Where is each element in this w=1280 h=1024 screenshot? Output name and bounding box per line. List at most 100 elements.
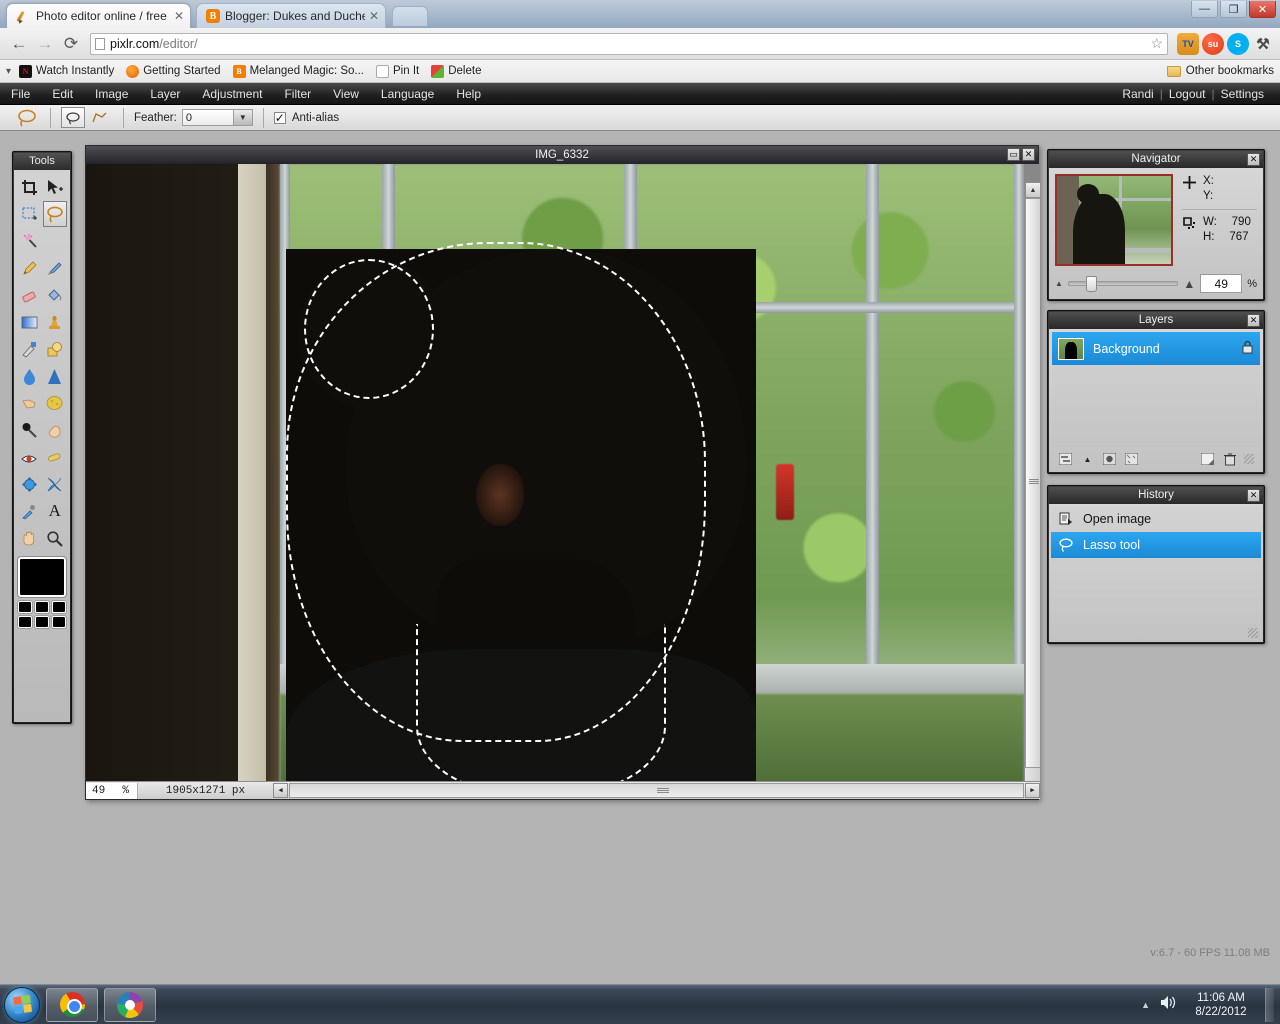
resize-grip[interactable] bbox=[1244, 454, 1254, 464]
zoom-slider[interactable] bbox=[1067, 276, 1179, 292]
close-icon[interactable]: ✕ bbox=[369, 10, 379, 22]
primary-color-swatch[interactable] bbox=[18, 557, 66, 597]
maximize-button[interactable]: ❐ bbox=[1220, 1, 1247, 18]
palette-swatch[interactable] bbox=[52, 616, 66, 628]
resize-grip[interactable] bbox=[1248, 628, 1258, 638]
start-button[interactable] bbox=[4, 986, 40, 1023]
menu-image[interactable]: Image bbox=[84, 83, 139, 105]
canvas-horizontal-scrollbar[interactable] bbox=[289, 783, 1024, 798]
replace-color-tool[interactable] bbox=[17, 336, 42, 362]
clock[interactable]: 11:06 AM 8/22/2012 bbox=[1187, 991, 1255, 1019]
canvas-vertical-scrollbar[interactable]: ▲ ▼ bbox=[1024, 182, 1040, 783]
lasso-tool[interactable] bbox=[42, 201, 67, 227]
layer-settings-icon[interactable] bbox=[1058, 452, 1073, 466]
scroll-up-arrow-icon[interactable]: ▲ bbox=[1025, 182, 1040, 198]
scroll-right-arrow-icon[interactable]: ▶ bbox=[1025, 783, 1040, 798]
bloat-tool[interactable] bbox=[17, 471, 42, 497]
type-tool[interactable]: A bbox=[43, 498, 68, 524]
volume-icon[interactable] bbox=[1160, 995, 1177, 1014]
burn-tool[interactable] bbox=[43, 417, 68, 443]
pencil-tool[interactable] bbox=[17, 255, 42, 281]
palette-swatch[interactable] bbox=[35, 616, 49, 628]
back-icon[interactable]: ← bbox=[6, 31, 32, 57]
zoom-slider-thumb[interactable] bbox=[1086, 276, 1098, 292]
close-button[interactable]: ✕ bbox=[1022, 148, 1035, 161]
tv-extension-icon[interactable]: TV bbox=[1177, 32, 1199, 55]
image-window-titlebar[interactable]: IMG_6332 ▭ ✕ bbox=[86, 146, 1038, 164]
menu-language[interactable]: Language bbox=[370, 83, 445, 105]
layer-style-icon[interactable] bbox=[1124, 452, 1139, 466]
eraser-tool[interactable] bbox=[17, 282, 42, 308]
history-row-lasso-tool[interactable]: Lasso tool bbox=[1051, 532, 1261, 558]
bookmark-watch-instantly[interactable]: N Watch Instantly bbox=[19, 64, 114, 78]
close-icon[interactable]: ✕ bbox=[1247, 314, 1260, 327]
taskbar-chrome[interactable] bbox=[46, 987, 98, 1022]
bookmark-melanged-magic[interactable]: B Melanged Magic: So... bbox=[232, 64, 364, 78]
feather-input[interactable]: 0 bbox=[181, 109, 234, 126]
bookmark-pin-it[interactable]: Pin It bbox=[376, 64, 419, 78]
red-eye-tool[interactable] bbox=[17, 444, 42, 470]
skype-icon[interactable]: S bbox=[1227, 32, 1249, 55]
menu-edit[interactable]: Edit bbox=[41, 83, 84, 105]
bookmark-getting-started[interactable]: Getting Started bbox=[126, 64, 221, 78]
zoom-level-field[interactable]: 49 % bbox=[86, 782, 138, 799]
palette-swatch[interactable] bbox=[18, 601, 32, 613]
layer-mask-icon[interactable] bbox=[1102, 452, 1117, 466]
zoom-tool[interactable] bbox=[43, 525, 68, 551]
menu-file[interactable]: File bbox=[0, 83, 41, 105]
marquee-select-tool[interactable] bbox=[17, 201, 42, 227]
zoom-out-icon[interactable]: ▲ bbox=[1055, 279, 1063, 288]
scroll-left-arrow-icon[interactable]: ◀ bbox=[273, 783, 288, 798]
settings-link[interactable]: Settings bbox=[1215, 87, 1270, 101]
canvas-stage[interactable]: ▲ ▼ bbox=[86, 164, 1040, 783]
reload-icon[interactable]: ⟳ bbox=[58, 31, 84, 57]
menu-layer[interactable]: Layer bbox=[139, 83, 191, 105]
drawing-shape-tool[interactable] bbox=[43, 336, 68, 362]
blur-tool[interactable] bbox=[17, 363, 42, 389]
close-icon[interactable]: ✕ bbox=[1247, 153, 1260, 166]
new-layer-icon[interactable] bbox=[1200, 452, 1215, 466]
clone-stamp-tool[interactable] bbox=[43, 309, 68, 335]
chevron-down-icon[interactable]: ▼ bbox=[233, 109, 253, 126]
brush-tool[interactable] bbox=[43, 255, 68, 281]
menu-view[interactable]: View bbox=[322, 83, 370, 105]
tab-blogger[interactable]: B Blogger: Dukes and Duche ✕ bbox=[196, 3, 386, 28]
close-icon[interactable]: ✕ bbox=[174, 10, 184, 22]
wrench-menu-icon[interactable]: ⚒ bbox=[1252, 33, 1274, 55]
wand-select-tool[interactable] bbox=[17, 228, 42, 254]
maximize-button[interactable]: ▭ bbox=[1007, 148, 1020, 161]
chevron-icon[interactable]: ▾ bbox=[6, 66, 11, 77]
navigator-thumbnail[interactable] bbox=[1055, 174, 1173, 266]
layer-row-background[interactable]: Background bbox=[1052, 332, 1260, 365]
antialias-checkbox[interactable]: ✓ bbox=[273, 111, 286, 124]
menu-help[interactable]: Help bbox=[445, 83, 492, 105]
scroll-thumb[interactable] bbox=[1025, 198, 1040, 768]
bookmark-star-icon[interactable]: ☆ bbox=[1150, 35, 1163, 52]
other-bookmarks-folder[interactable]: Other bookmarks bbox=[1166, 65, 1274, 77]
menu-filter[interactable]: Filter bbox=[273, 83, 322, 105]
close-button[interactable]: ✕ bbox=[1249, 1, 1276, 18]
history-row-open-image[interactable]: Open image bbox=[1051, 506, 1261, 532]
sponge-tool[interactable] bbox=[43, 390, 68, 416]
close-icon[interactable]: ✕ bbox=[1247, 489, 1260, 502]
pinch-tool[interactable] bbox=[43, 471, 68, 497]
dodge-tool[interactable] bbox=[17, 417, 42, 443]
color-picker-tool[interactable] bbox=[17, 498, 42, 524]
new-tab-button[interactable] bbox=[392, 6, 428, 26]
move-tool[interactable] bbox=[43, 174, 68, 200]
stumbleupon-icon[interactable]: su bbox=[1202, 32, 1224, 55]
crop-tool[interactable] bbox=[17, 174, 42, 200]
bookmark-delete[interactable]: Delete bbox=[431, 64, 481, 78]
palette-swatch[interactable] bbox=[52, 601, 66, 613]
taskbar-picasa[interactable] bbox=[104, 987, 156, 1022]
doodle-tool[interactable] bbox=[43, 444, 68, 470]
palette-swatch[interactable] bbox=[18, 616, 32, 628]
address-bar[interactable]: pixlr.com /editor/ ☆ bbox=[90, 32, 1168, 55]
hand-tool[interactable] bbox=[17, 525, 42, 551]
logout-link[interactable]: Logout bbox=[1163, 87, 1212, 101]
smudge-tool[interactable] bbox=[17, 390, 42, 416]
show-desktop-button[interactable] bbox=[1265, 987, 1274, 1022]
lasso-freehand-mode[interactable] bbox=[61, 107, 85, 128]
lasso-polygon-mode[interactable] bbox=[87, 107, 111, 128]
forward-icon[interactable]: → bbox=[32, 31, 58, 57]
